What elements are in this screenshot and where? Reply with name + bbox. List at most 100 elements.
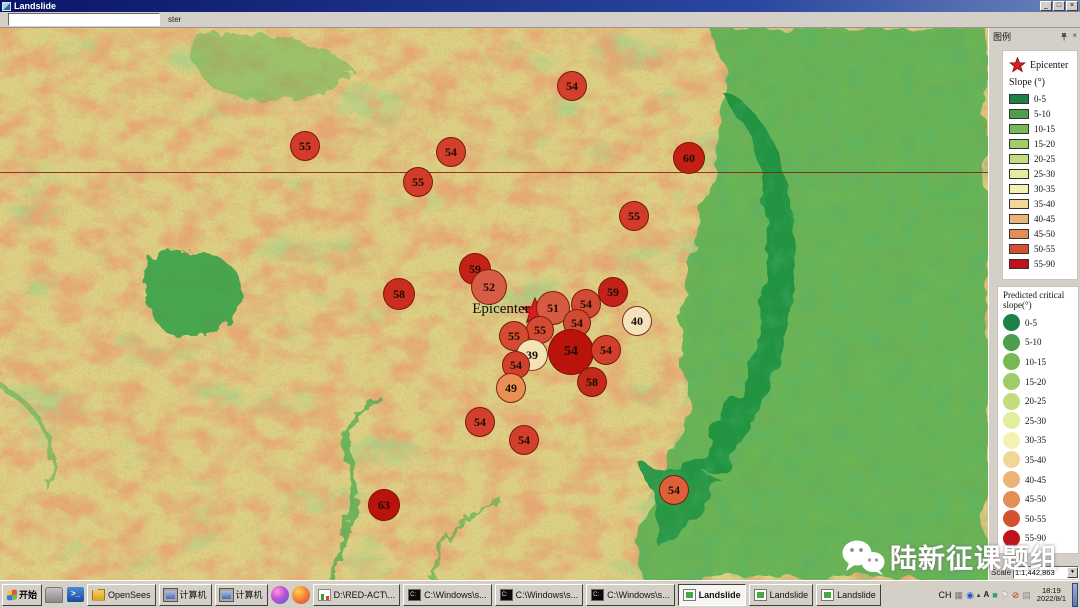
- taskbar-clock[interactable]: 18:19 2022/8/1: [1034, 586, 1069, 603]
- taskbar-button[interactable]: D:\RED-ACT\...: [312, 583, 401, 606]
- legend-class-label: 25-30: [1034, 168, 1055, 179]
- taskbar-button[interactable]: OpenSees: [87, 583, 156, 606]
- computer-icon: [218, 587, 234, 602]
- critical-slope-circle: [1003, 314, 1020, 332]
- slope-marker[interactable]: 49: [496, 373, 526, 403]
- slope-marker[interactable]: 54: [557, 71, 587, 101]
- legend-class-row: 30-35: [1003, 431, 1078, 451]
- no-entry-icon[interactable]: [1012, 590, 1020, 600]
- slope-marker[interactable]: 60: [673, 142, 705, 174]
- epicenter-label: Epicenter: [472, 301, 530, 317]
- slope-swatch: [1009, 228, 1029, 239]
- gis-icon: [821, 588, 835, 601]
- close-button[interactable]: [1066, 1, 1078, 11]
- browser-icon[interactable]: [291, 585, 310, 604]
- question-icon[interactable]: [966, 590, 974, 600]
- critical-slope-legend-box: Predicted critical slope(°) 0-5 5-10 10-15…: [997, 286, 1079, 554]
- slope-marker[interactable]: 54: [509, 425, 539, 455]
- slope-marker[interactable]: 59: [598, 277, 628, 307]
- legend-class-row: 50-55: [1009, 241, 1077, 256]
- taskbar-button[interactable]: Landslide: [748, 583, 814, 606]
- legend-class-label: 35-40: [1034, 198, 1055, 209]
- legend-class-label: 15-20: [1025, 376, 1046, 387]
- taskbar-button[interactable]: Landslide: [677, 583, 746, 606]
- scale-combo[interactable]: 1:1,442,863: [1013, 565, 1079, 579]
- critical-legend-title-line2: slope(°): [1003, 300, 1032, 310]
- legend-class-label: 0-5: [1025, 317, 1037, 328]
- taskbar-button[interactable]: C:\Windows\s...: [586, 583, 675, 606]
- slope-marker[interactable]: 54: [659, 475, 689, 505]
- scale-dropdown-icon[interactable]: [1067, 566, 1078, 578]
- folder-icon: [92, 588, 105, 601]
- slope-marker[interactable]: 54: [465, 407, 495, 437]
- slope-swatch: [1009, 168, 1029, 179]
- slope-class-list: 0-5 5-10 10-15 15-20 20-25 25-30 30-35 35-40 40-…: [1009, 91, 1077, 271]
- legend-class-label: 20-25: [1034, 153, 1055, 164]
- legend-panel-header[interactable]: 图例: [989, 28, 1080, 43]
- app-icon[interactable]: [992, 590, 997, 600]
- maximize-button[interactable]: [1053, 1, 1065, 11]
- powershell-icon[interactable]: [67, 587, 84, 602]
- taskbar-button-label: C:\Windows\s...: [424, 589, 487, 600]
- legend-class-row: 10-15: [1009, 121, 1077, 136]
- printer-icon[interactable]: [955, 590, 964, 600]
- critical-slope-circle: [1003, 392, 1020, 410]
- legend-class-label: 40-45: [1025, 474, 1046, 485]
- legend-class-label: 30-35: [1034, 183, 1055, 194]
- panel-close-icon[interactable]: [1072, 32, 1077, 40]
- gis-icon: [753, 588, 767, 601]
- legend-panel: 图例 Epicenter Slope (°) 0-5 5-10 10-15 15-20…: [988, 28, 1080, 580]
- device-icon[interactable]: [45, 586, 63, 603]
- expand-arrow-icon[interactable]: [977, 589, 981, 601]
- legend-class-row: 50-55: [1003, 509, 1078, 529]
- critical-slope-circle: [1003, 353, 1020, 371]
- critical-slope-circle: [1003, 373, 1020, 391]
- title-bar[interactable]: Landslide: [0, 0, 1080, 12]
- layer-input[interactable]: [8, 13, 160, 26]
- slope-marker[interactable]: 58: [577, 367, 607, 397]
- slope-marker[interactable]: 52: [471, 269, 507, 305]
- legend-class-row: 40-45: [1009, 211, 1077, 226]
- taskbar-button-label: 计算机: [235, 590, 263, 600]
- taskbar-button[interactable]: Landslide: [816, 583, 881, 606]
- computer-icon: [162, 587, 178, 602]
- colorball-icon[interactable]: [270, 585, 289, 604]
- legend-class-row: 40-45: [1003, 470, 1078, 490]
- slope-marker[interactable]: 55: [403, 167, 433, 197]
- taskbar-button[interactable]: C:\Windows\s...: [403, 583, 492, 606]
- flag-icon[interactable]: [1001, 590, 1009, 600]
- language-indicator[interactable]: CH: [939, 590, 952, 600]
- text-a-icon[interactable]: [983, 589, 989, 600]
- map-canvas[interactable]: 54 55 54 55 60 55 59 52 58 51 54 59 54 40 55 55 54 39 54 54…: [0, 28, 988, 580]
- legend-class-row: 0-5: [1009, 91, 1077, 106]
- pin-icon[interactable]: [1060, 32, 1068, 41]
- slope-marker[interactable]: 58: [383, 278, 415, 310]
- slope-marker[interactable]: 54: [591, 335, 621, 365]
- start-label: 开始: [18, 590, 37, 600]
- minimize-button[interactable]: [1040, 1, 1052, 11]
- slope-marker[interactable]: 54: [436, 137, 466, 167]
- critical-slope-circle: [1003, 431, 1020, 449]
- slope-marker[interactable]: 63: [368, 489, 400, 521]
- taskbar-button[interactable]: 计算机: [158, 583, 212, 606]
- legend-class-row: 5-10: [1009, 106, 1077, 121]
- slope-marker[interactable]: 40: [622, 306, 652, 336]
- show-desktop-button[interactable]: [1072, 582, 1078, 607]
- clipboard-icon[interactable]: [1022, 590, 1031, 600]
- start-button[interactable]: 开始: [2, 583, 42, 606]
- slope-swatch: [1009, 123, 1029, 134]
- toolbar: ster: [0, 12, 1080, 28]
- app-window: Landslide ster: [0, 0, 1080, 608]
- slope-swatch: [1009, 213, 1029, 224]
- legend-class-row: 15-20: [1009, 136, 1077, 151]
- slope-marker[interactable]: 55: [619, 201, 649, 231]
- slope-marker[interactable]: 55: [290, 131, 320, 161]
- window-title: Landslide: [14, 1, 57, 11]
- scale-label: Scale: [991, 567, 1012, 577]
- legend-class-label: 50-55: [1034, 243, 1055, 254]
- cmd-icon: [591, 588, 605, 601]
- legend-class-label: 50-55: [1025, 513, 1046, 524]
- taskbar-button[interactable]: 计算机: [214, 583, 268, 606]
- legend-class-row: 25-30: [1003, 411, 1078, 431]
- taskbar-button[interactable]: C:\Windows\s...: [494, 583, 584, 606]
